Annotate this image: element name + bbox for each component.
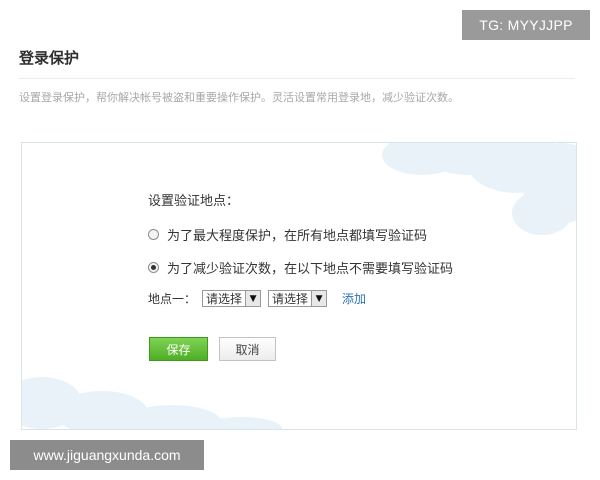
location-select-1[interactable]: 请选择 ▼ xyxy=(202,290,262,307)
radio-all-locations[interactable] xyxy=(148,229,159,240)
chevron-down-icon[interactable]: ▼ xyxy=(245,291,261,306)
location-select-2-value: 请选择 xyxy=(272,292,309,306)
title-divider xyxy=(19,78,575,79)
watermark-top: TG: MYYJJPP xyxy=(462,10,590,40)
verify-location-label: 设置验证地点： xyxy=(148,194,240,209)
page-title: 登录保护 xyxy=(19,49,80,67)
option-all-locations[interactable]: 为了最大程度保护，在所有地点都填写验证码 xyxy=(148,225,427,244)
option-all-locations-label: 为了最大程度保护，在所有地点都填写验证码 xyxy=(167,229,428,244)
option-selected-locations-label: 为了减少验证次数，在以下地点不需要填写验证码 xyxy=(167,262,454,277)
settings-panel: 设置验证地点： 为了最大程度保护，在所有地点都填写验证码 为了减少验证次数，在以… xyxy=(21,142,577,430)
watermark-bottom: www.jiguangxunda.com xyxy=(10,440,204,470)
save-button[interactable]: 保存 xyxy=(149,337,208,361)
location-select-2[interactable]: 请选择 ▼ xyxy=(268,290,328,307)
radio-selected-locations[interactable] xyxy=(148,262,159,273)
page-description: 设置登录保护，帮你解决帐号被盗和重要操作保护。灵活设置常用登录地，减少验证次数。 xyxy=(19,91,459,104)
location-row: 地点一： 请选择 ▼ 请选择 ▼ 添加 xyxy=(148,290,366,307)
add-location-link[interactable]: 添加 xyxy=(342,290,366,307)
option-selected-locations[interactable]: 为了减少验证次数，在以下地点不需要填写验证码 xyxy=(148,258,453,277)
location-select-1-value: 请选择 xyxy=(206,292,243,306)
cancel-button[interactable]: 取消 xyxy=(219,337,276,361)
location-label: 地点一： xyxy=(148,292,197,306)
cloud-decoration xyxy=(22,143,576,429)
chevron-down-icon[interactable]: ▼ xyxy=(311,291,327,306)
